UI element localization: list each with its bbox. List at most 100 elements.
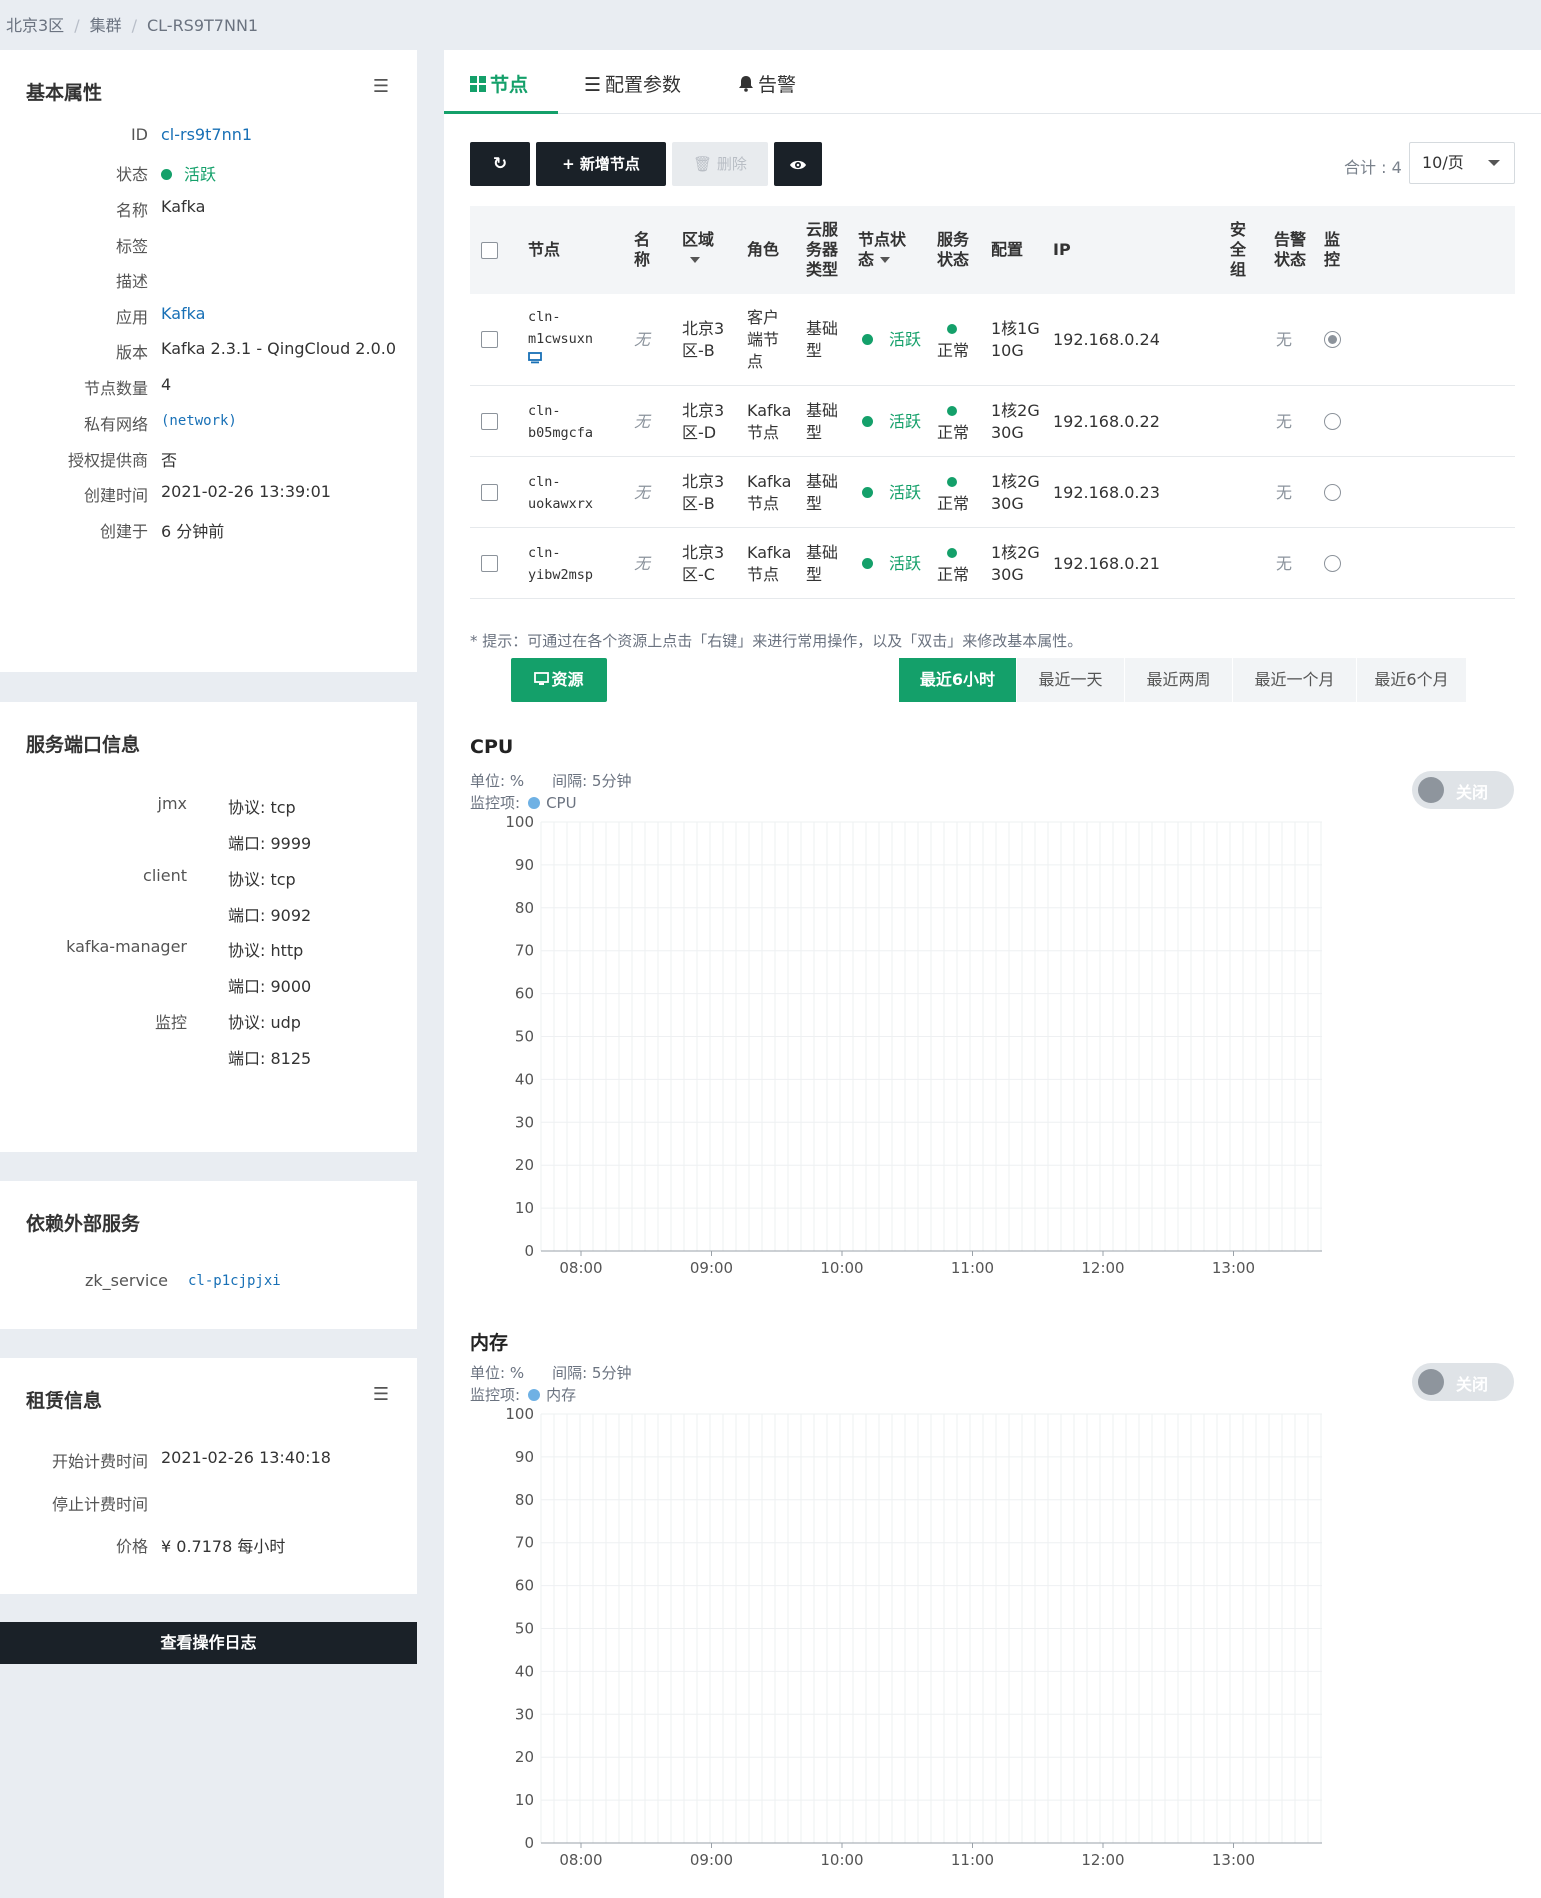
y-tick-label: 80 [515, 1491, 534, 1509]
tab-config[interactable]: ☰ 配置参数 [584, 70, 681, 97]
y-tick-label: 50 [515, 1028, 534, 1046]
node-ip: 192.168.0.24 [1053, 330, 1160, 349]
y-tick-label: 60 [515, 985, 534, 1003]
table-row[interactable]: cln-yibw2msp 无 北京3 区-C Kafka 节点 基础型 活跃 正常 1核2G 30G… [470, 528, 1515, 599]
y-tick-label: 30 [515, 1113, 534, 1131]
monitor-radio[interactable] [1324, 412, 1341, 430]
col-monitor[interactable]: 监控 [1324, 230, 1340, 270]
range-option[interactable]: 最近一天 [1017, 658, 1124, 702]
table-row[interactable]: cln-b05mgcfa 无 北京3 区-D Kafka 节点 基础型 活跃 正常 1核2G 30G… [470, 386, 1515, 457]
view-operation-log-button[interactable]: 查看操作日志 [0, 1622, 417, 1664]
x-tick-label: 12:00 [1081, 1851, 1124, 1869]
col-alarm-status[interactable]: 告警 状态 [1274, 230, 1306, 270]
col-ip[interactable]: IP [1053, 240, 1071, 260]
chart-title: 内存 [470, 1332, 509, 1354]
view-button[interactable] [774, 142, 822, 186]
node-status: 活跃 [862, 482, 921, 504]
dependencies-title: 依赖外部服务 [26, 1213, 141, 1235]
menu-icon[interactable]: ☰ [373, 76, 389, 97]
x-tick-label: 11:00 [951, 1851, 994, 1869]
tab-config-label: 配置参数 [605, 74, 682, 96]
range-option[interactable]: 最近6个月 [1357, 658, 1466, 702]
field-label: 标签 [115, 237, 148, 256]
col-service-status[interactable]: 服务 状态 [937, 230, 969, 270]
table-row[interactable]: cln-uokawxrx 无 北京3 区-B Kafka 节点 基础型 活跃 正常 1核2G 30G… [470, 457, 1515, 528]
monitor-radio[interactable] [1324, 331, 1341, 348]
node-status: 活跃 [862, 411, 921, 433]
monitor-radio[interactable] [1324, 554, 1341, 572]
row-checkbox[interactable] [481, 554, 498, 572]
node-ip: 192.168.0.23 [1053, 482, 1160, 502]
row-checkbox[interactable] [481, 412, 498, 430]
y-tick-label: 80 [515, 899, 534, 917]
page-size-select[interactable]: 10/页 [1409, 142, 1515, 184]
node-id[interactable]: cln-b05mgcfa [528, 400, 593, 444]
refresh-button[interactable]: ↻ [470, 142, 530, 186]
field-value[interactable]: Kafka [161, 304, 205, 323]
tab-nodes[interactable]: 节点 [470, 70, 528, 97]
node-id[interactable]: cln-uokawxrx [528, 471, 593, 515]
service-protocol: 协议: tcp [228, 798, 296, 817]
page-size-value: 10/页 [1422, 153, 1464, 172]
add-node-button[interactable]: + 新增节点 [536, 142, 666, 186]
breadcrumb-region[interactable]: 北京3区 [6, 16, 64, 35]
service-status: 正常 [937, 318, 969, 362]
y-tick-label: 20 [515, 1748, 534, 1766]
chevron-down-icon [1488, 160, 1500, 166]
refresh-icon: ↻ [492, 154, 508, 174]
col-node[interactable]: 节点 [528, 240, 560, 260]
tab-alarms[interactable]: 告警 [738, 70, 796, 97]
chart-toggle[interactable]: 关闭 [1412, 1363, 1514, 1401]
node-id[interactable]: cln-m1cwsuxn [528, 306, 593, 366]
node-id[interactable]: cln-yibw2msp [528, 542, 593, 586]
service-port: 端口: 8125 [228, 1048, 312, 1068]
dep-key: zk_service [85, 1271, 168, 1290]
x-tick-label: 11:00 [951, 1259, 994, 1277]
col-zone[interactable]: 区域 [682, 230, 714, 270]
col-server-type[interactable]: 云服 务器 类型 [806, 220, 838, 280]
field-value[interactable]: (network) [161, 413, 237, 429]
col-role[interactable]: 角色 [747, 240, 779, 260]
alarm-status: 无 [1276, 482, 1293, 502]
range-option[interactable]: 最近一个月 [1233, 658, 1356, 702]
field-label: 状态 [115, 165, 148, 184]
plus-icon: + [562, 155, 580, 173]
col-name[interactable]: 名称 [634, 230, 650, 270]
y-tick-label: 90 [515, 856, 534, 874]
grid-icon [470, 75, 486, 97]
node-zone: 北京3 区-C [682, 542, 725, 584]
range-option[interactable]: 最近6小时 [899, 658, 1016, 702]
service-ports-title: 服务端口信息 [26, 734, 141, 756]
y-tick-label: 10 [515, 1791, 534, 1809]
col-config[interactable]: 配置 [991, 240, 1023, 260]
service-protocol: 协议: udp [228, 1012, 301, 1032]
vnc-console-icon[interactable] [528, 352, 593, 366]
dep-cluster-link[interactable]: cl-p1cjpjxi [188, 1273, 281, 1289]
field-value: 2021-02-26 13:39:01 [161, 482, 331, 501]
field-label: 名称 [115, 201, 148, 220]
range-option[interactable]: 最近两周 [1125, 658, 1232, 702]
field-label: 描述 [115, 272, 148, 291]
service-protocol: 协议: http [228, 941, 304, 960]
select-all-checkbox[interactable] [481, 242, 498, 259]
col-security-group[interactable]: 安全组 [1230, 220, 1246, 280]
status-dot-icon [862, 486, 873, 498]
monitor-radio[interactable] [1324, 483, 1341, 501]
row-checkbox[interactable] [481, 483, 498, 501]
field-value[interactable]: cl-rs9t7nn1 [161, 125, 252, 144]
table-row[interactable]: cln-m1cwsuxn 无 北京3 区-B 客户 端节点基础型 活跃 正常 1核1G 10G 19… [470, 294, 1515, 386]
resource-button[interactable]: 资源 [511, 658, 607, 702]
node-role: 客户 端节点 [747, 308, 780, 371]
col-node-status[interactable]: 节点状态 [858, 230, 906, 270]
breadcrumb-clusters[interactable]: 集群 [90, 16, 122, 35]
y-tick-label: 40 [515, 1662, 534, 1680]
y-tick-label: 40 [515, 1070, 534, 1088]
menu-icon[interactable]: ☰ [373, 1384, 389, 1405]
row-checkbox[interactable] [481, 331, 498, 348]
node-zone: 北京3 区-B [682, 471, 725, 513]
chart-toggle[interactable]: 关闭 [1412, 771, 1514, 809]
delete-button[interactable]: 🗑 删除 [672, 142, 768, 186]
eye-icon [789, 144, 807, 188]
y-tick-label: 100 [505, 813, 534, 831]
chart-plot: 0 10 20 30 40 50 60 70 80 90 100 08:00 09:00 10:00 11:… [505, 813, 1322, 1277]
